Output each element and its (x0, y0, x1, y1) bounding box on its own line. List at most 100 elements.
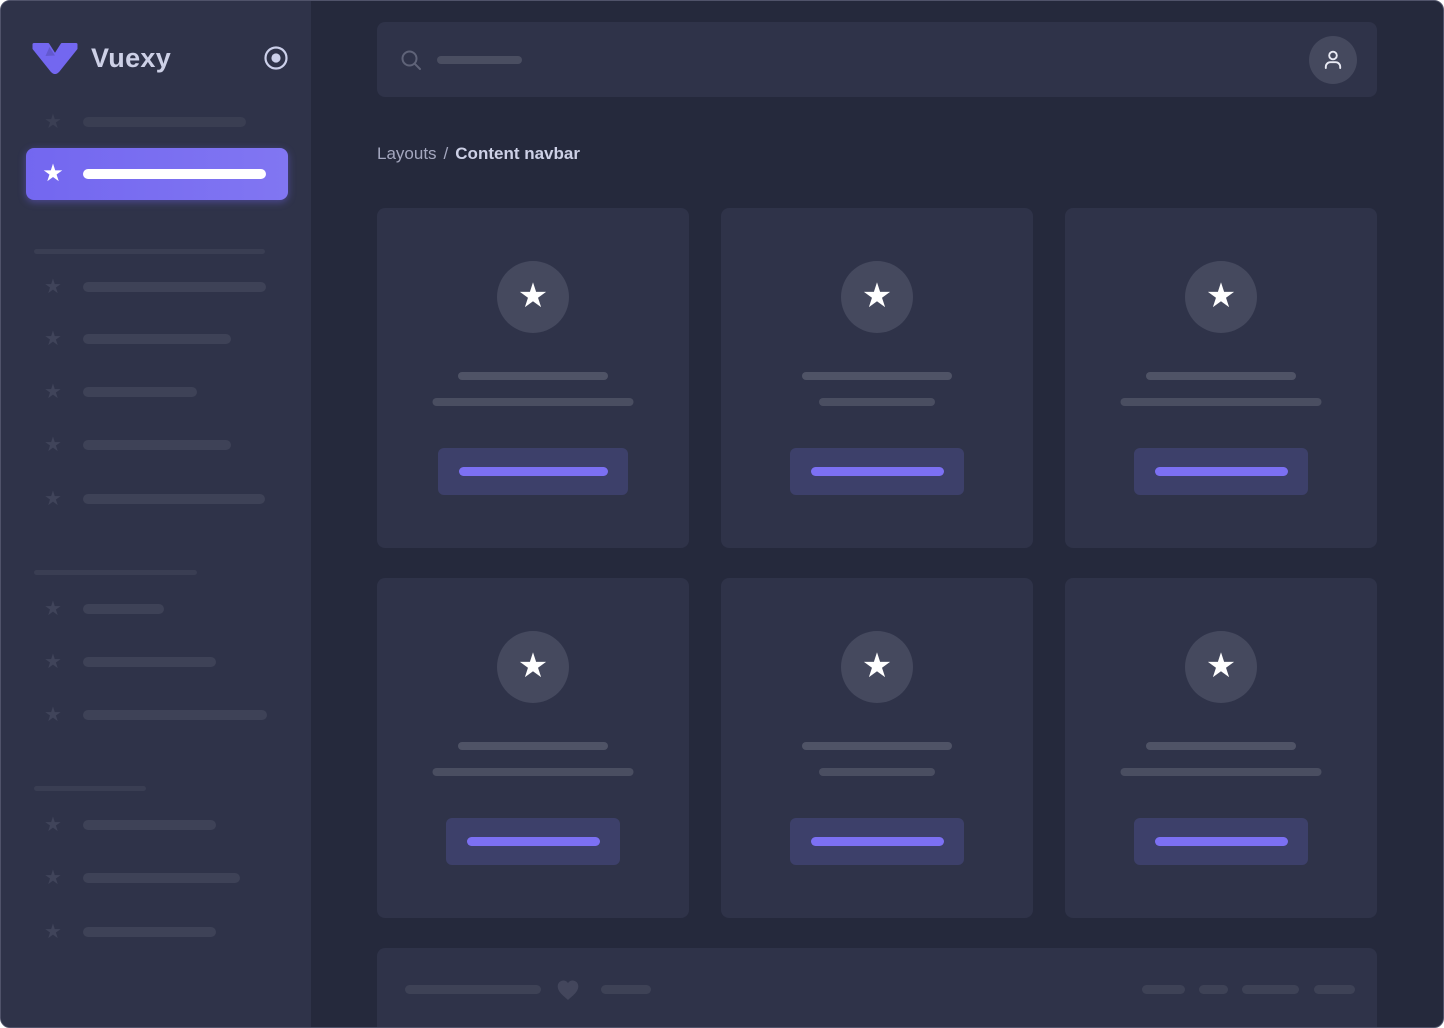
star-icon: ★ (41, 275, 65, 299)
skeleton-label (83, 710, 267, 720)
skeleton-line (405, 985, 541, 994)
skeleton-label (83, 169, 266, 179)
menu-pin-toggle-icon[interactable] (263, 45, 289, 71)
skeleton-label (83, 282, 266, 292)
sidebar-item[interactable]: ★ (41, 275, 266, 299)
star-icon: ★ (41, 380, 65, 404)
sidebar-item-active[interactable]: ★ (26, 148, 288, 200)
user-avatar[interactable] (1309, 36, 1357, 84)
skeleton-line (819, 768, 935, 776)
breadcrumb-current: Content navbar (455, 144, 580, 163)
brand-row: Vuexy (31, 35, 289, 81)
breadcrumb-parent[interactable]: Layouts (377, 144, 437, 163)
star-icon: ★ (1206, 649, 1236, 683)
heart-icon[interactable] (555, 977, 581, 1003)
star-avatar: ★ (497, 261, 569, 333)
skeleton-card: ★ (721, 578, 1033, 918)
main-content: Layouts/Content navbar ★ ★ ★ (311, 1, 1443, 1027)
star-icon: ★ (862, 279, 892, 313)
skeleton-line (1314, 985, 1355, 994)
sidebar-item[interactable]: ★ (41, 813, 216, 837)
skeleton-line (458, 742, 608, 750)
skeleton-card: ★ (377, 208, 689, 548)
skeleton-label (83, 927, 216, 937)
sidebar: Vuexy ★ ★ ★ ★ ★ (1, 1, 311, 1027)
skeleton-label (83, 873, 240, 883)
button-label-skeleton (467, 837, 600, 846)
sidebar-item[interactable]: ★ (41, 597, 164, 621)
skeleton-button[interactable] (790, 818, 964, 865)
star-icon: ★ (41, 920, 65, 944)
skeleton-line (1121, 768, 1322, 776)
sidebar-item[interactable]: ★ (41, 433, 231, 457)
skeleton-line (1242, 985, 1299, 994)
skeleton-line (433, 398, 634, 406)
skeleton-line (1146, 742, 1296, 750)
star-avatar: ★ (841, 631, 913, 703)
person-icon (1321, 48, 1345, 72)
skeleton-button[interactable] (790, 448, 964, 495)
skeleton-line (458, 372, 608, 380)
section-header-skeleton (34, 249, 265, 254)
search-icon[interactable] (399, 48, 423, 72)
vuexy-logo-icon (31, 42, 79, 74)
footer-card (377, 948, 1377, 1028)
sidebar-item[interactable]: ★ (41, 703, 267, 727)
skeleton-label (83, 387, 197, 397)
skeleton-line (1199, 985, 1228, 994)
star-icon: ★ (41, 866, 65, 890)
skeleton-button[interactable] (446, 818, 620, 865)
skeleton-label (83, 117, 246, 127)
section-header-skeleton (34, 570, 197, 575)
skeleton-label (83, 820, 216, 830)
star-avatar: ★ (1185, 261, 1257, 333)
skeleton-line (802, 742, 952, 750)
star-icon: ★ (518, 649, 548, 683)
card-grid: ★ ★ ★ ★ (377, 208, 1377, 918)
skeleton-label (83, 494, 265, 504)
skeleton-label (83, 604, 164, 614)
sidebar-item[interactable]: ★ (41, 650, 216, 674)
skeleton-button[interactable] (1134, 818, 1308, 865)
button-label-skeleton (1155, 837, 1288, 846)
star-icon: ★ (41, 650, 65, 674)
top-navbar (377, 22, 1377, 97)
star-icon: ★ (41, 597, 65, 621)
button-label-skeleton (1155, 467, 1288, 476)
sidebar-item[interactable]: ★ (41, 110, 246, 134)
skeleton-line (433, 768, 634, 776)
skeleton-button[interactable] (1134, 448, 1308, 495)
sidebar-item[interactable]: ★ (41, 920, 216, 944)
breadcrumb: Layouts/Content navbar (377, 144, 580, 164)
skeleton-label (83, 657, 216, 667)
skeleton-button[interactable] (438, 448, 628, 495)
sidebar-item[interactable]: ★ (41, 866, 240, 890)
skeleton-line (802, 372, 952, 380)
sidebar-item[interactable]: ★ (41, 380, 197, 404)
star-icon: ★ (41, 813, 65, 837)
button-label-skeleton (811, 837, 944, 846)
sidebar-item[interactable]: ★ (41, 487, 265, 511)
search-input-skeleton[interactable] (437, 56, 522, 64)
skeleton-line (1142, 985, 1185, 994)
skeleton-card: ★ (377, 578, 689, 918)
brand-name: Vuexy (91, 43, 171, 74)
star-icon: ★ (41, 162, 65, 186)
button-label-skeleton (811, 467, 944, 476)
skeleton-label (83, 334, 231, 344)
skeleton-line (819, 398, 935, 406)
star-icon: ★ (41, 433, 65, 457)
skeleton-card: ★ (721, 208, 1033, 548)
skeleton-line (1146, 372, 1296, 380)
button-label-skeleton (459, 467, 608, 476)
star-avatar: ★ (497, 631, 569, 703)
section-header-skeleton (34, 786, 146, 791)
star-avatar: ★ (841, 261, 913, 333)
star-icon: ★ (41, 327, 65, 351)
skeleton-line (601, 985, 651, 994)
star-icon: ★ (41, 487, 65, 511)
skeleton-card: ★ (1065, 578, 1377, 918)
star-icon: ★ (862, 649, 892, 683)
sidebar-item[interactable]: ★ (41, 327, 231, 351)
star-icon: ★ (1206, 279, 1236, 313)
